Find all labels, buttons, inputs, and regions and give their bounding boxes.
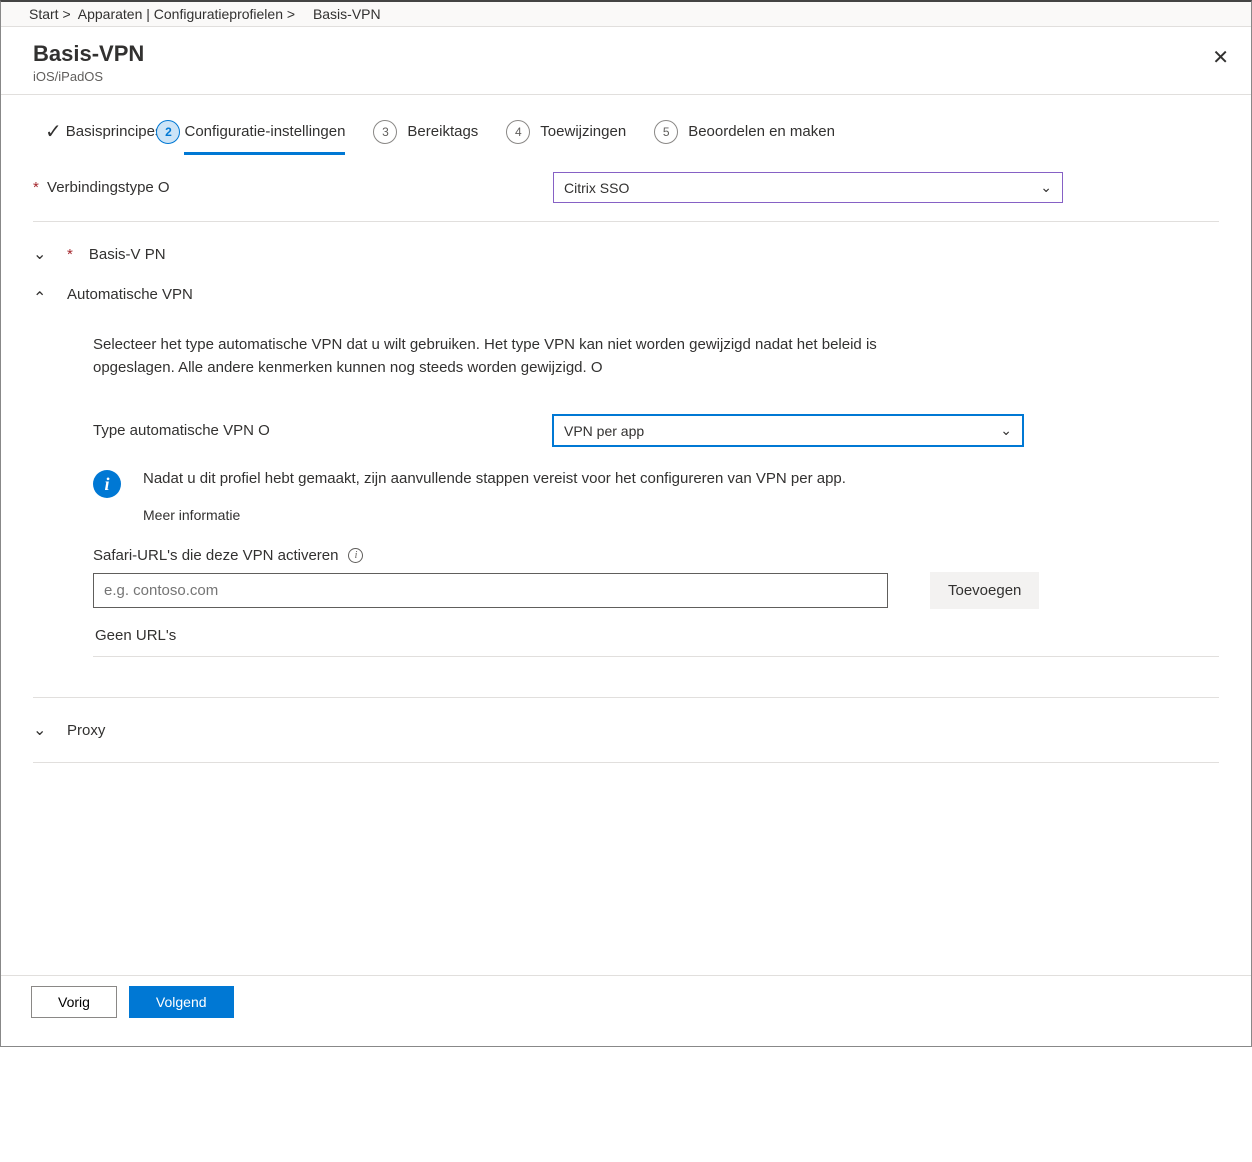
wizard-step-label: Basisprincipes (66, 123, 163, 140)
check-icon: ✓ (45, 119, 62, 144)
safari-urls-label: Safari-URL's die deze VPN activeren (93, 547, 338, 564)
next-button[interactable]: Volgend (129, 986, 234, 1018)
page-subtitle: iOS/iPadOS (33, 69, 1225, 84)
step-badge: 5 (654, 120, 678, 144)
wizard-step-label: Configuratie-instellingen (184, 123, 345, 155)
no-urls-text: Geen URL's (93, 615, 1219, 657)
footer-actions: Vorig Volgend (1, 975, 1251, 1046)
info-banner: i Nadat u dit profiel hebt gemaakt, zijn… (93, 470, 1219, 523)
select-value: Citrix SSO (564, 180, 629, 196)
wizard-step-config[interactable]: 2 Configuratie-instellingen (160, 120, 345, 144)
section-label: Automatische VPN (67, 286, 193, 303)
section-proxy[interactable]: ⌄ Proxy (33, 710, 1219, 750)
auto-vpn-type-select[interactable]: VPN per app ⌄ (553, 415, 1023, 446)
step-badge-active: 2 (156, 120, 180, 144)
chevron-down-icon: ⌄ (33, 720, 53, 740)
wizard-step-label: Bereiktags (407, 123, 478, 140)
connection-type-row: * Verbindingstype O Citrix SSO ⌄ (33, 172, 1219, 203)
wizard-nav: ✓ Basisprincipes 2 Configuratie-instelli… (45, 119, 1219, 144)
breadcrumb-current: Basis-VPN (313, 6, 381, 22)
wizard-step-scopetags[interactable]: 3 Bereiktags (373, 120, 478, 144)
breadcrumb-devices[interactable]: Apparaten | Configuratieprofielen > (78, 6, 295, 22)
auto-vpn-description: Selecteer het type automatische VPN dat … (93, 334, 913, 379)
info-icon: i (93, 470, 121, 498)
section-label: Basis-V PN (89, 246, 166, 263)
section-auto-vpn[interactable]: ⌃ Automatische VPN (33, 274, 1219, 314)
wizard-step-label: Beoordelen en maken (688, 123, 835, 140)
connection-type-select[interactable]: Citrix SSO ⌄ (553, 172, 1063, 203)
divider (33, 762, 1219, 763)
divider (33, 221, 1219, 222)
step-badge: 4 (506, 120, 530, 144)
safari-url-input[interactable] (93, 573, 888, 608)
required-marker: * (67, 246, 73, 263)
wizard-step-review[interactable]: 5 Beoordelen en maken (654, 120, 835, 144)
divider (33, 697, 1219, 698)
chevron-down-icon: ⌄ (1040, 179, 1052, 196)
section-label: Proxy (67, 722, 105, 739)
info-text: Nadat u dit profiel hebt gemaakt, zijn a… (143, 470, 846, 487)
page-header: Basis-VPN iOS/iPadOS ✕ (1, 27, 1251, 95)
chevron-down-icon: ⌄ (33, 244, 53, 264)
breadcrumb: Start > Apparaten | Configuratieprofiele… (1, 2, 1251, 27)
wizard-step-assignments[interactable]: 4 Toewijzingen (506, 120, 626, 144)
wizard-step-basics[interactable]: ✓ Basisprincipes (45, 119, 162, 144)
info-icon[interactable]: i (348, 548, 363, 563)
chevron-down-icon: ⌄ (1000, 422, 1012, 439)
close-icon[interactable]: ✕ (1212, 45, 1229, 70)
auto-vpn-type-row: Type automatische VPN O VPN per app ⌄ (93, 415, 1219, 446)
section-base-vpn[interactable]: ⌄ * Basis-V PN (33, 234, 1219, 274)
previous-button[interactable]: Vorig (31, 986, 117, 1018)
required-marker: * (33, 179, 39, 196)
breadcrumb-home[interactable]: Start > (29, 6, 71, 22)
select-value: VPN per app (564, 423, 644, 439)
add-url-button[interactable]: Toevoegen (930, 572, 1039, 609)
connection-type-label: Verbindingstype O (47, 179, 170, 196)
page-title: Basis-VPN (33, 41, 1225, 67)
auto-vpn-content: Selecteer het type automatische VPN dat … (33, 314, 1219, 657)
chevron-up-icon: ⌃ (33, 288, 53, 308)
step-badge: 3 (373, 120, 397, 144)
more-info-link[interactable]: Meer informatie (143, 507, 846, 523)
wizard-step-label: Toewijzingen (540, 123, 626, 140)
auto-vpn-type-label: Type automatische VPN O (93, 422, 553, 439)
